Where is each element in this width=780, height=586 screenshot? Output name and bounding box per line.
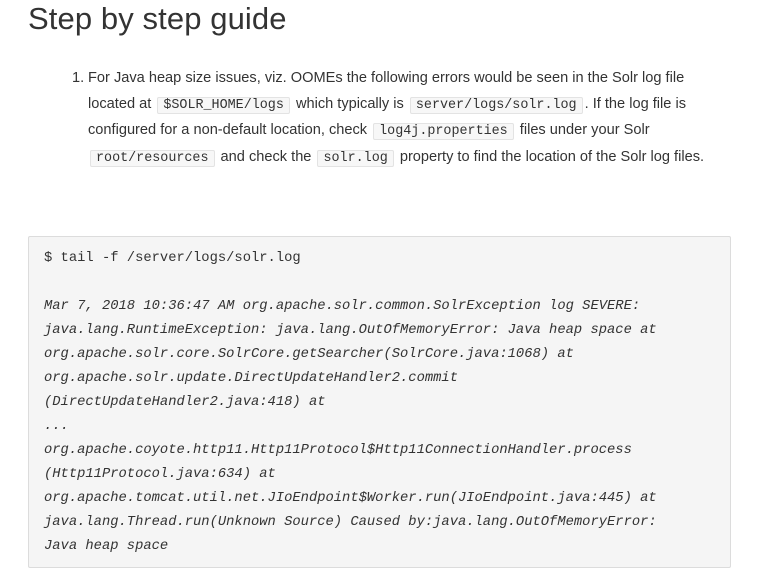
code-output-line: java.lang.RuntimeException: java.lang.Ou… bbox=[44, 323, 657, 338]
inline-code: solr.log bbox=[317, 149, 394, 167]
code-output-line: Java heap space bbox=[44, 539, 169, 554]
step-item: 1. For Java heap size issues, viz. OOMEs … bbox=[72, 66, 734, 171]
code-output-line: ... bbox=[44, 419, 69, 434]
code-output-line: org.apache.solr.update.DirectUpdateHandl… bbox=[44, 371, 458, 386]
step-text: which typically is bbox=[291, 95, 408, 112]
code-output-line: org.apache.tomcat.util.net.JIoEndpoint$W… bbox=[44, 491, 657, 506]
code-output-line: org.apache.solr.core.SolrCore.getSearche… bbox=[44, 347, 574, 362]
code-command-line: $ tail -f /server/logs/solr.log bbox=[44, 251, 301, 266]
inline-code: $SOLR_HOME/logs bbox=[157, 96, 290, 114]
step-text: and check the bbox=[216, 148, 316, 165]
steps-list: 1. For Java heap size issues, viz. OOMEs … bbox=[72, 66, 734, 171]
code-output-line: java.lang.Thread.run(Unknown Source) Cau… bbox=[44, 515, 657, 530]
code-output-line: (Http11Protocol.java:634) at bbox=[44, 467, 276, 482]
step-text: property to find the location of the Sol… bbox=[395, 148, 705, 165]
inline-code: server/logs/solr.log bbox=[409, 96, 583, 114]
code-output-line: org.apache.coyote.http11.Http11Protocol$… bbox=[44, 443, 632, 458]
code-block[interactable]: $ tail -f /server/logs/solr.log Mar 7, 20… bbox=[28, 236, 731, 568]
step-text: files under your Solr bbox=[515, 122, 650, 139]
code-output-line: Mar 7, 2018 10:36:47 AM org.apache.solr.… bbox=[44, 299, 641, 314]
step-number: 1. bbox=[72, 70, 85, 86]
page-title: Step by step guide bbox=[28, 1, 287, 36]
inline-code: log4j.properties bbox=[373, 123, 514, 141]
inline-code: root/resources bbox=[90, 149, 215, 167]
code-output-line: (DirectUpdateHandler2.java:418) at bbox=[44, 395, 326, 410]
